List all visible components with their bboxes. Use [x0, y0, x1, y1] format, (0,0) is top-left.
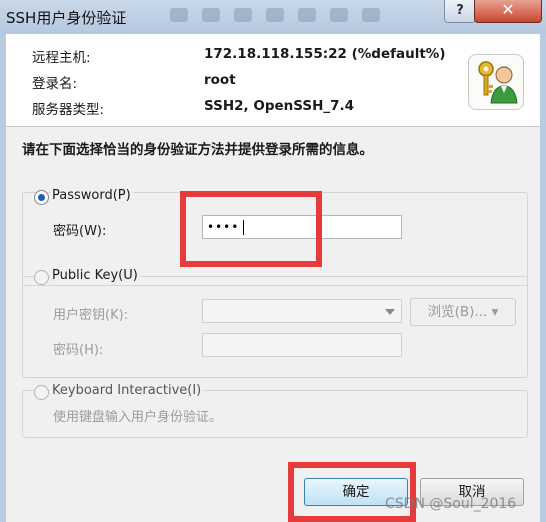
- blurred-icon: [202, 8, 220, 22]
- blurred-icon: [170, 8, 188, 22]
- close-button[interactable]: ✕: [474, 0, 542, 23]
- keyboard-interactive-description: 使用键盘输入用户身份验证。: [53, 410, 223, 425]
- connection-info-panel: 远程主机: 172.18.118.155:22 (%default%) 登录名:…: [6, 34, 540, 127]
- keyboard-interactive-radio[interactable]: [34, 385, 49, 400]
- passphrase-input[interactable]: [202, 333, 402, 357]
- password-highlight-box: [180, 191, 322, 267]
- public-key-group: [22, 276, 528, 378]
- ok-button-highlight-box: [288, 462, 416, 522]
- background-toolbar-icons: [170, 8, 420, 28]
- title-bar: SSH用户身份验证 ? ✕: [0, 0, 546, 34]
- blurred-icon: [234, 8, 252, 22]
- keyboard-interactive-radio-label[interactable]: Keyboard Interactive(I): [50, 383, 204, 398]
- browse-button-label: 浏览(B)...: [427, 304, 488, 320]
- password-label: 密码(W):: [53, 224, 107, 239]
- user-key-icon: [468, 54, 524, 110]
- server-type-value: SSH2, OpenSSH_7.4: [204, 98, 355, 114]
- browse-button[interactable]: 浏览(B)... ▾: [410, 298, 516, 326]
- help-button[interactable]: ?: [444, 0, 476, 23]
- user-key-combobox[interactable]: [202, 299, 402, 323]
- login-value: root: [204, 72, 236, 88]
- password-radio[interactable]: [34, 190, 49, 205]
- server-type-label: 服务器类型:: [32, 102, 105, 118]
- blurred-icon: [362, 8, 380, 22]
- close-icon: ✕: [501, 0, 515, 19]
- host-label: 远程主机:: [32, 50, 91, 66]
- password-radio-label[interactable]: Password(P): [50, 188, 133, 203]
- passphrase-label: 密码(H):: [53, 343, 104, 358]
- public-key-radio[interactable]: [34, 270, 49, 285]
- dialog-body: 远程主机: 172.18.118.155:22 (%default%) 登录名:…: [6, 34, 540, 522]
- watermark: CSDN @Soul_2016: [385, 496, 517, 512]
- blurred-icon: [330, 8, 348, 22]
- dropdown-arrow-icon: [385, 309, 395, 315]
- user-key-label: 用户密钥(K):: [53, 308, 129, 323]
- instruction-text: 请在下面选择恰当的身份验证方法并提供登录所需的信息。: [22, 142, 373, 158]
- window-title: SSH用户身份验证: [6, 9, 127, 27]
- login-label: 登录名:: [32, 76, 78, 92]
- help-icon: ?: [456, 3, 464, 18]
- host-value: 172.18.118.155:22 (%default%): [204, 46, 446, 62]
- blurred-icon: [298, 8, 316, 22]
- public-key-radio-label[interactable]: Public Key(U): [50, 268, 140, 283]
- blurred-icon: [266, 8, 284, 22]
